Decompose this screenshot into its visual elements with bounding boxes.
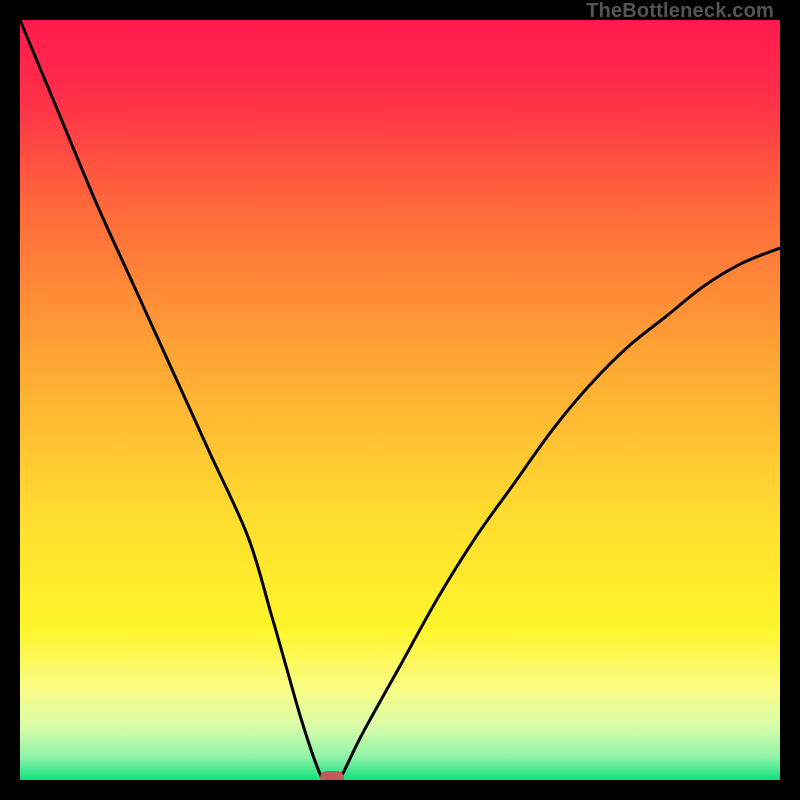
curve-path (20, 20, 780, 780)
chart-plot-area (20, 20, 780, 780)
optimum-marker (320, 771, 344, 780)
bottleneck-curve (20, 20, 780, 780)
